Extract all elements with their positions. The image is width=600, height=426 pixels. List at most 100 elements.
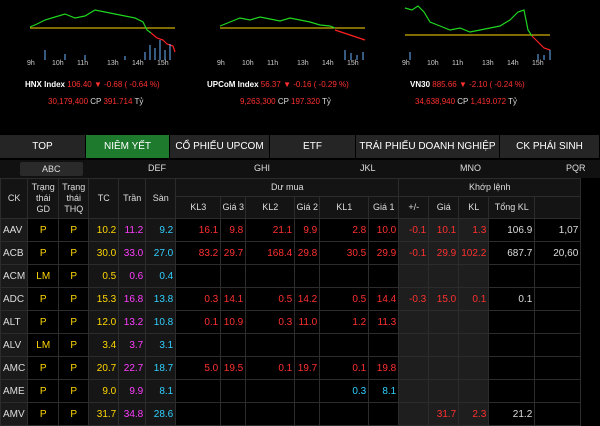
tick-label: 9h [217,60,225,67]
index-amount: 1,419.072 [470,97,507,106]
col-tong-kl: Tổng KL [488,196,536,219]
filter-mno[interactable]: MNO [460,163,481,173]
match-vol-cell: 0.1 [458,287,490,311]
col-gia: Giá [428,196,460,219]
extra-cell [534,264,582,288]
match-price-cell: 29.9 [428,241,460,265]
tick-label: 14h [132,60,144,67]
change-cell [398,379,430,403]
table-row[interactable]: AME P P 9.0 9.9 8.1 0.3 8.1 [0,379,582,403]
table-row[interactable]: AAV P P 10.2 11.2 9.2 16.1 9.8 21.1 9.9 2.8 10.0 -0.… [0,218,582,242]
extra-cell [534,310,582,334]
table-row[interactable]: ALT P P 12.0 13.2 10.8 0.1 10.9 0.3 11.0 1.2 11.3 [0,310,582,334]
status-thq-cell: P [58,264,90,288]
tab-etf[interactable]: ETF [270,135,356,158]
index-amount: 197.320 [291,97,320,106]
tick-label: 13h [482,60,494,67]
filter-abc[interactable]: ABC [20,162,83,176]
table-row[interactable]: ACB P P 30.0 33.0 27.0 83.2 29.7 168.4 29.8 30.5 29… [0,241,582,265]
col-ck[interactable]: CK [0,178,29,219]
total-vol-cell: 0.1 [488,287,536,311]
index-charts-panel: 9h 10h 11h 13h 14h 15h 9h 10h 11h 13h 14… [0,0,600,130]
filter-ghi[interactable]: GHI [254,163,270,173]
upcom-index-volume: 9,263,300 CP 197.320 Tỷ [240,97,331,106]
filter-pqr[interactable]: PQR [566,163,586,173]
floor-price-cell: 10.8 [145,310,177,334]
status-gd-cell: P [27,241,60,265]
match-vol-cell [458,356,490,380]
floor-price-cell: 27.0 [145,241,177,265]
tab-trai-phieu-doanh-nghiep[interactable]: TRÁI PHIẾU DOANH NGHIỆP [356,135,500,158]
tick-label: 15h [157,60,169,67]
symbol-cell[interactable]: ALV [0,333,29,357]
bid-vol3-cell: 0.3 [175,287,222,311]
status-thq-cell: P [58,310,90,334]
tick-label: 10h [427,60,439,67]
extra-cell [534,356,582,380]
hnx-index-chart[interactable] [25,0,185,60]
tab-niem-yet[interactable]: NIÊM YẾT [86,135,170,158]
index-value: 106.40 [67,80,92,89]
bid-price1-cell: 11.3 [368,310,400,334]
hnx-index-volume: 30,179,400 CP 391.714 Tỷ [48,97,143,106]
table-row[interactable]: AMC P P 20.7 22.7 18.7 5.0 19.5 0.1 19.7 0.1 19.8 [0,356,582,380]
table-row[interactable]: AMV P P 31.7 34.8 28.6 31.7 2.3 21.2 [0,402,582,426]
bid-price3-cell [220,402,247,426]
bid-price3-cell [220,333,247,357]
upcom-index-chart[interactable] [215,0,375,60]
vn30-index-summary: VN30 885.66 ▼ -2.10 ( -0.24 %) [410,80,525,89]
symbol-cell[interactable]: AAV [0,218,29,242]
tab-ck-phai-sinh[interactable]: CK PHÁI SINH [500,135,600,158]
ref-price-cell: 30.0 [88,241,120,265]
col-san: Sàn [145,178,177,219]
total-vol-cell: 687.7 [488,241,536,265]
col-tran: Trần [118,178,147,219]
bid-price2-cell [294,379,321,403]
filter-jkl[interactable]: JKL [360,163,376,173]
table-row[interactable]: ADC P P 15.3 16.8 13.8 0.3 14.1 0.5 14.2 0.5 14.4 -0… [0,287,582,311]
tab-co-phieu-upcom[interactable]: CỔ PHIẾU UPCOM [170,135,270,158]
vn30-index-chart[interactable] [400,0,560,60]
symbol-cell[interactable]: ADC [0,287,29,311]
index-volume: 30,179,400 [48,97,89,106]
ceiling-price-cell: 16.8 [118,287,147,311]
bid-vol2-cell: 0.1 [245,356,296,380]
match-vol-cell: 1.3 [458,218,490,242]
status-thq-cell: P [58,241,90,265]
status-thq-cell: P [58,333,90,357]
bid-vol2-cell [245,402,296,426]
extra-cell [534,287,582,311]
index-change: ▼ -0.16 ( -0.29 %) [283,80,349,89]
tab-top[interactable]: TOP [0,135,86,158]
symbol-cell[interactable]: AMV [0,402,29,426]
symbol-cell[interactable]: ALT [0,310,29,334]
tick-label: 9h [402,60,410,67]
col-status-gd: Trạng thái GD [27,178,60,219]
match-price-cell: 15.0 [428,287,460,311]
group-khop-lenh: Khớp lệnh [398,178,582,197]
symbol-cell[interactable]: AME [0,379,29,403]
change-cell [398,402,430,426]
tick-label: 9h [27,60,35,67]
upcom-index-summary: UPCoM Index 56.37 ▼ -0.16 ( -0.29 %) [207,80,349,89]
bid-vol1-cell: 30.5 [319,241,370,265]
status-thq-cell: P [58,218,90,242]
symbol-cell[interactable]: AMC [0,356,29,380]
match-price-cell [428,310,460,334]
change-cell: -0.3 [398,287,430,311]
symbol-cell[interactable]: ACB [0,241,29,265]
index-volume: 9,263,300 [240,97,276,106]
tick-label: 13h [297,60,309,67]
table-row[interactable]: ACM LM P 0.5 0.6 0.4 [0,264,582,288]
index-value: 885.66 [432,80,457,89]
status-gd-cell: P [27,402,60,426]
bid-price1-cell [368,264,400,288]
filter-def[interactable]: DEF [148,163,166,173]
status-gd-cell: LM [27,264,60,288]
symbol-cell[interactable]: ACM [0,264,29,288]
col-gia3: Giá 3 [220,196,247,219]
index-change: ▼ -2.10 ( -0.24 %) [458,80,525,89]
table-row[interactable]: ALV LM P 3.4 3.7 3.1 [0,333,582,357]
bid-price2-cell: 14.2 [294,287,321,311]
tick-label: 11h [267,60,279,67]
